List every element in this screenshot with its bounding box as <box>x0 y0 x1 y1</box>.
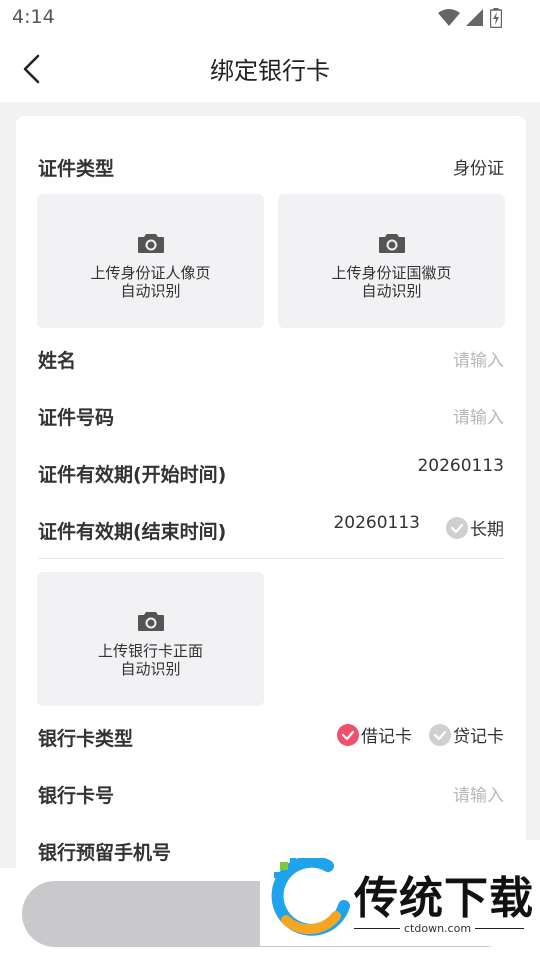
reserved-phone-label: 银行预留手机号 <box>38 842 172 864</box>
valid-end-label: 证件有效期(结束时间) <box>38 521 227 543</box>
name-input[interactable]: 请输入 <box>453 346 504 371</box>
watermark-url: ctdown.com <box>400 922 476 935</box>
name-label: 姓名 <box>38 350 77 372</box>
app-bar: 绑定银行卡 <box>0 36 540 102</box>
long-term-checkbox[interactable]: 长期 <box>446 515 504 540</box>
camera-icon <box>378 234 405 253</box>
debit-card-label: 借记卡 <box>361 727 412 747</box>
id-number-label: 证件号码 <box>38 407 115 429</box>
upload-id-back-button[interactable]: 上传身份证国徽页 自动识别 <box>278 194 505 328</box>
camera-icon <box>137 234 164 253</box>
page-title: 绑定银行卡 <box>210 57 330 85</box>
valid-end-date[interactable]: 20260113 <box>333 513 420 533</box>
cell-signal-icon <box>466 9 483 26</box>
valid-end-row[interactable]: 证件有效期(结束时间) 20260113 长期 <box>38 511 504 551</box>
id-number-row[interactable]: 证件号码 请输入 <box>38 397 504 437</box>
wifi-icon <box>438 9 460 26</box>
card-number-input[interactable]: 请输入 <box>453 781 504 806</box>
upload-bank-card-button[interactable]: 上传银行卡正面 自动识别 <box>37 572 264 706</box>
watermark-brand: 传统下载 <box>354 873 534 924</box>
upload-id-front-button[interactable]: 上传身份证人像页 自动识别 <box>37 194 264 328</box>
card-type-label: 银行卡类型 <box>38 728 134 750</box>
card-type-row: 银行卡类型 借记卡 贷记卡 <box>38 718 504 758</box>
debit-card-radio[interactable]: 借记卡 <box>337 722 412 747</box>
battery-icon <box>490 8 502 28</box>
status-time: 4:14 <box>12 6 55 28</box>
id-number-input[interactable]: 请输入 <box>453 403 504 428</box>
check-circle-icon <box>446 516 468 539</box>
status-icons <box>438 8 502 28</box>
name-row[interactable]: 姓名 请输入 <box>38 340 504 380</box>
id-type-row[interactable]: 证件类型 身份证 <box>38 148 504 188</box>
check-circle-icon <box>429 723 451 746</box>
long-term-label: 长期 <box>470 520 504 540</box>
credit-card-label: 贷记卡 <box>453 727 504 747</box>
watermark-logo <box>271 858 350 936</box>
check-circle-icon <box>337 723 359 746</box>
watermark: 传统下载 ctdown.com <box>260 840 540 946</box>
divider <box>38 558 504 559</box>
card-number-row[interactable]: 银行卡号 请输入 <box>38 775 504 815</box>
status-bar: 4:14 <box>0 0 540 36</box>
bind-card-form: 证件类型 身份证 上传身份证人像页 自动识别 上传身份证国徽页 自动识别 姓名 … <box>16 116 526 876</box>
valid-start-date[interactable]: 20260113 <box>417 456 504 476</box>
id-type-label: 证件类型 <box>38 158 115 180</box>
valid-start-label: 证件有效期(开始时间) <box>38 464 227 486</box>
valid-start-row[interactable]: 证件有效期(开始时间) 20260113 <box>38 454 504 494</box>
upload-id-front-hint: 自动识别 <box>120 282 181 300</box>
upload-bank-card-hint: 自动识别 <box>120 660 181 678</box>
camera-icon <box>137 612 164 631</box>
credit-card-radio[interactable]: 贷记卡 <box>429 722 504 747</box>
card-number-label: 银行卡号 <box>38 785 115 807</box>
id-type-value[interactable]: 身份证 <box>453 154 504 179</box>
upload-id-back-hint: 自动识别 <box>361 282 422 300</box>
